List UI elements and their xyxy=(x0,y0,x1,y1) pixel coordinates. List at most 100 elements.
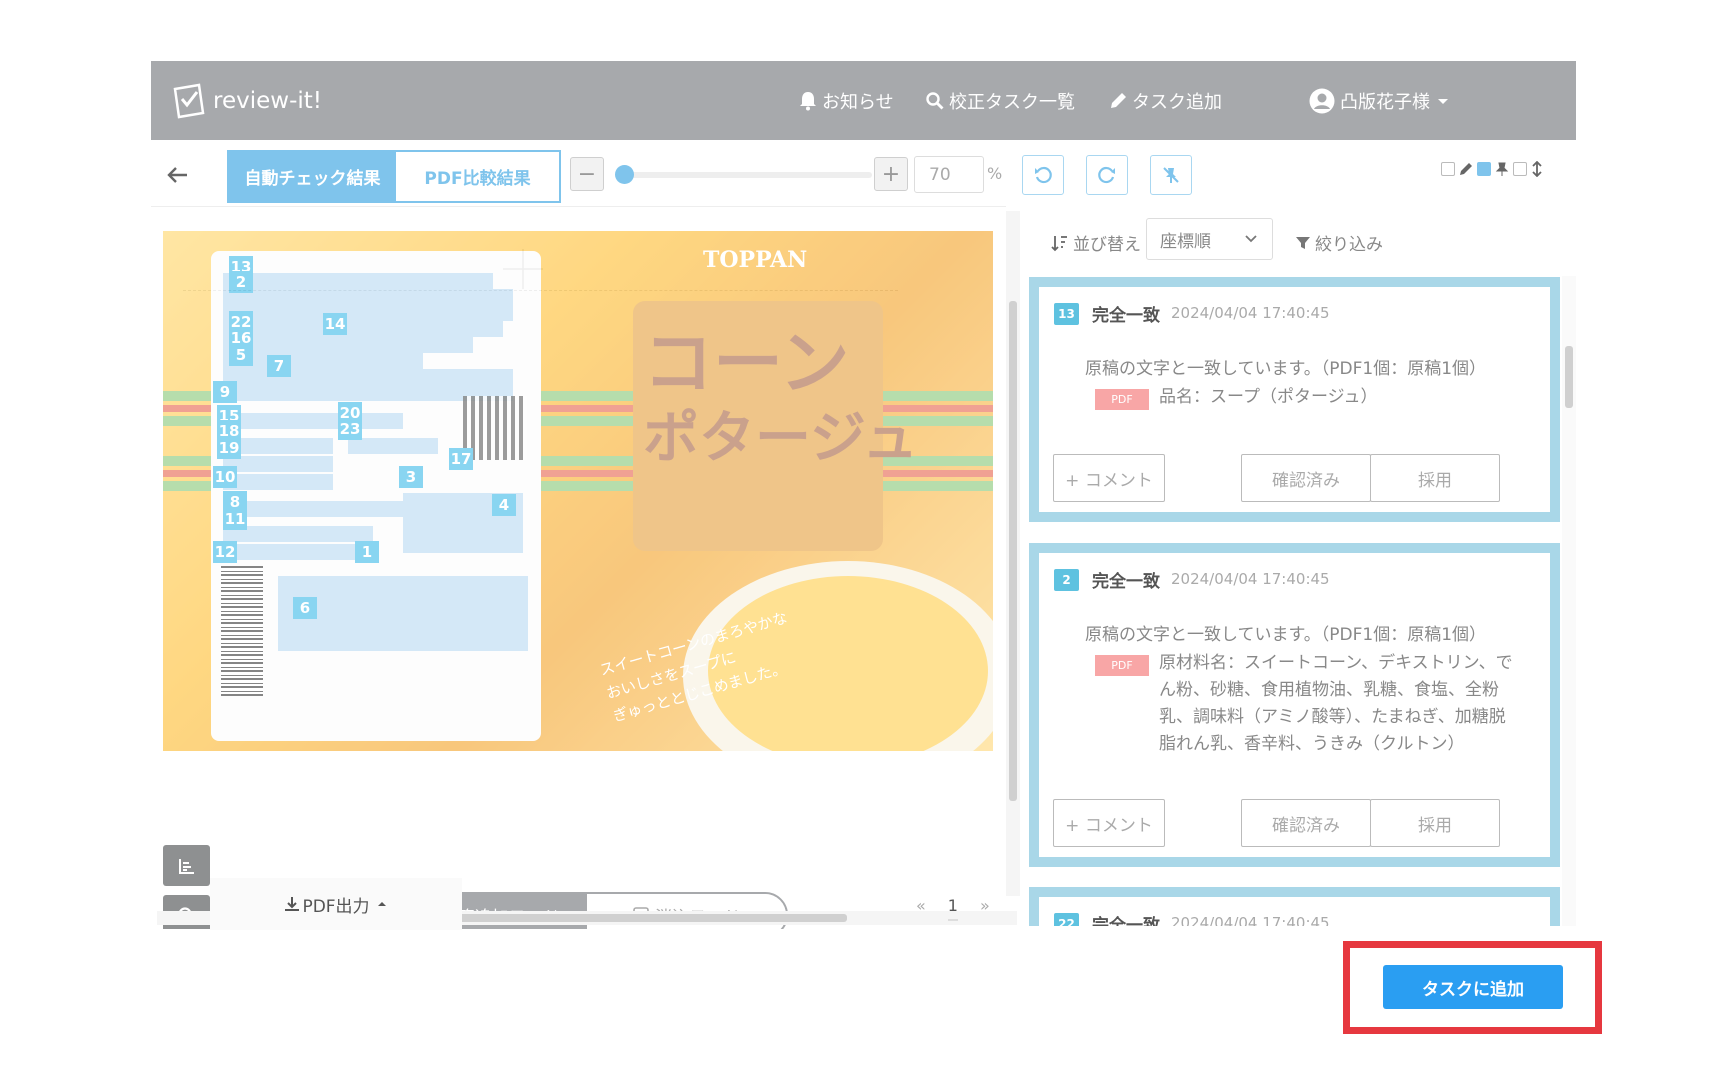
filter-icon xyxy=(1296,236,1310,249)
filter-control[interactable]: 絞り込み xyxy=(1295,230,1383,255)
zoom-slider[interactable] xyxy=(622,172,872,178)
annotation-box xyxy=(223,289,513,305)
marker-6[interactable]: 6 xyxy=(293,597,317,619)
viewer-vertical-scrollbar[interactable] xyxy=(1006,211,1020,896)
nav-add-task[interactable]: タスク追加 xyxy=(1109,87,1222,115)
result-card: 22 完全一致 2024/04/04 17:40:45 xyxy=(1029,887,1560,926)
result-item-text: 原材料名：スイートコーン、デキストリン、で ん粉、砂糖、食用植物油、乳糖、食塩、… xyxy=(1159,650,1539,758)
pdf-export-label: PDF出力 xyxy=(302,896,370,917)
app-logo[interactable]: review-it! xyxy=(171,81,322,121)
pagination: « 1 » xyxy=(916,896,990,921)
pin-off-icon xyxy=(1163,167,1179,183)
sort-icon xyxy=(1051,235,1067,251)
confirmed-button[interactable]: 確認済み xyxy=(1241,799,1371,847)
result-timestamp: 2024/04/04 17:40:45 xyxy=(1171,304,1330,322)
add-comment-button[interactable]: + コメント xyxy=(1053,799,1165,847)
tab-pdf-compare[interactable]: PDF比較結果 xyxy=(396,152,559,201)
nav-notifications[interactable]: お知らせ xyxy=(799,87,894,115)
marker-10[interactable]: 10 xyxy=(213,466,237,488)
marker-17[interactable]: 17 xyxy=(449,448,473,470)
tab-auto-check[interactable]: 自動チェック結果 xyxy=(229,152,396,201)
pencil-icon xyxy=(1111,93,1126,108)
sort-control[interactable]: 並び替え xyxy=(1051,230,1141,255)
result-message: 原稿の文字と一致しています。（PDF1個：原稿1個） xyxy=(1085,625,1487,645)
marker-23[interactable]: 23 xyxy=(338,418,362,440)
nav-task-list[interactable]: 校正タスク一覧 xyxy=(926,87,1075,115)
annotation-box xyxy=(223,474,333,490)
user-menu[interactable]: 凸版花子様 xyxy=(1309,87,1455,115)
result-badge: 13 xyxy=(1054,303,1079,325)
option-checkbox-1[interactable] xyxy=(1441,162,1455,176)
pen-icon xyxy=(1460,163,1472,175)
marker-11[interactable]: 11 xyxy=(223,508,247,530)
pdf-export-button[interactable]: PDF出力 xyxy=(210,878,462,930)
result-timestamp: 2024/04/04 17:40:45 xyxy=(1171,914,1330,926)
result-status: 完全一致 xyxy=(1092,306,1160,326)
marker-4[interactable]: 4 xyxy=(492,494,516,516)
result-card-body: 13 完全一致 2024/04/04 17:40:45 原稿の文字と一致していま… xyxy=(1039,287,1550,512)
caret-down-icon xyxy=(1438,99,1448,104)
pager-prev[interactable]: « xyxy=(916,896,926,921)
result-item-text: 品名：スープ（ポタージュ） xyxy=(1159,384,1539,411)
annotation-box xyxy=(223,413,403,429)
zoom-slider-handle[interactable] xyxy=(615,165,634,184)
hide-pins-button[interactable] xyxy=(1150,155,1192,195)
zoom-unit: % xyxy=(987,164,1003,183)
filter-label: 絞り込み xyxy=(1315,235,1383,255)
add-to-task-button[interactable]: タスクに追加 xyxy=(1383,965,1563,1009)
pager-current[interactable]: 1 xyxy=(947,896,958,921)
sort-select[interactable]: 座標順 xyxy=(1146,218,1273,260)
option-checkbox-3[interactable] xyxy=(1513,162,1527,176)
rotate-right-button[interactable] xyxy=(1086,155,1128,195)
outline-toggle-button[interactable] xyxy=(163,845,210,886)
annotation-box xyxy=(348,438,438,454)
user-avatar-icon xyxy=(1309,88,1335,114)
annotation-box xyxy=(223,501,403,517)
marker-19[interactable]: 19 xyxy=(217,437,241,459)
rotate-left-button[interactable] xyxy=(1022,155,1064,195)
result-badge: 22 xyxy=(1054,913,1079,926)
result-card-list: 13 完全一致 2024/04/04 17:40:45 原稿の文字と一致していま… xyxy=(1029,277,1560,926)
user-name: 凸版花子様 xyxy=(1340,92,1430,113)
marker-14[interactable]: 14 xyxy=(323,313,347,335)
option-checkbox-2[interactable] xyxy=(1477,162,1491,176)
sort-label: 並び替え xyxy=(1073,235,1141,255)
pdf-tag: PDF xyxy=(1095,655,1149,676)
scrollbar-thumb[interactable] xyxy=(1009,301,1017,801)
scrollbar-thumb[interactable] xyxy=(1565,346,1573,408)
result-tabs: 自動チェック結果 PDF比較結果 xyxy=(227,150,561,203)
add-comment-button[interactable]: + コメント xyxy=(1053,454,1165,502)
pdf-tag: PDF xyxy=(1095,389,1149,410)
marker-1[interactable]: 1 xyxy=(355,541,379,563)
result-badge: 2 xyxy=(1054,569,1079,591)
result-item-line: 品名：スープ（ポタージュ） xyxy=(1159,387,1378,407)
results-scrollbar[interactable] xyxy=(1562,276,1576,926)
marker-9[interactable]: 9 xyxy=(213,381,237,403)
zoom-in-button[interactable]: + xyxy=(874,157,908,191)
annotation-box xyxy=(223,544,373,560)
annotation-box xyxy=(223,273,493,289)
back-arrow-icon[interactable] xyxy=(165,162,191,188)
package-artwork: TOPPAN コーン ポタージュ スイートコーンのまろやかな おいしさをスープに… xyxy=(163,231,993,751)
top-header: review-it! お知らせ 校正タスク一覧 タスク追加 凸版花子様 xyxy=(151,61,1576,140)
pager-next[interactable]: » xyxy=(980,896,990,921)
marker-7[interactable]: 7 xyxy=(267,355,291,377)
chevron-down-icon xyxy=(1245,235,1257,243)
marker-5[interactable]: 5 xyxy=(229,344,253,366)
result-message: 原稿の文字と一致しています。（PDF1個：原稿1個） xyxy=(1085,359,1487,379)
confirmed-button[interactable]: 確認済み xyxy=(1241,454,1371,502)
zoom-input[interactable]: 70 xyxy=(914,156,984,193)
adopt-button[interactable]: 採用 xyxy=(1370,454,1500,502)
vertical-arrows-icon xyxy=(1532,161,1542,177)
product-title-line1: コーン xyxy=(643,321,850,404)
download-icon xyxy=(285,897,300,911)
pin-icon xyxy=(1495,162,1509,176)
adopt-button[interactable]: 採用 xyxy=(1370,799,1500,847)
result-item-line: 原材料名：スイートコーン、デキストリン、で xyxy=(1159,653,1513,673)
marker-3[interactable]: 3 xyxy=(399,466,423,488)
result-timestamp: 2024/04/04 17:40:45 xyxy=(1171,570,1330,588)
zoom-out-button[interactable]: − xyxy=(570,157,604,191)
marker-2[interactable]: 2 xyxy=(229,271,253,293)
annotation-box xyxy=(223,337,473,353)
marker-12[interactable]: 12 xyxy=(213,541,237,563)
